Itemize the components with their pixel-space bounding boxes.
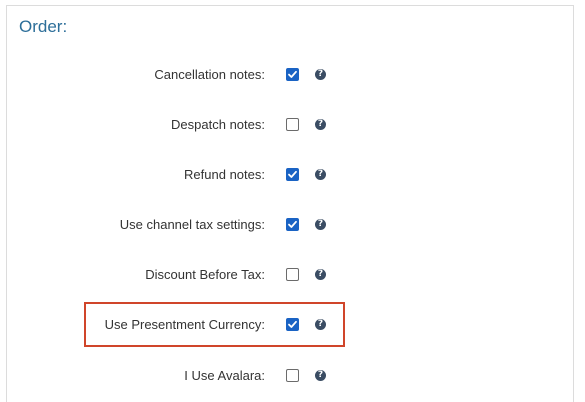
cancellation-notes-checkbox[interactable]: [286, 68, 299, 81]
despatch-notes-checkbox[interactable]: [286, 118, 299, 131]
setting-label: Despatch notes:: [171, 117, 265, 132]
help-icon[interactable]: ?: [315, 119, 326, 130]
checkmark-icon: [288, 70, 297, 78]
checkmark-icon: [288, 320, 297, 328]
setting-label: Discount Before Tax:: [145, 267, 265, 282]
discount-before-tax-checkbox[interactable]: [286, 268, 299, 281]
presentment-currency-checkbox[interactable]: [286, 318, 299, 331]
help-icon[interactable]: ?: [315, 370, 326, 381]
setting-row-refund-notes: Refund notes: ?: [0, 165, 585, 185]
setting-label: Use Presentment Currency:: [104, 317, 265, 332]
setting-label: I Use Avalara:: [184, 368, 265, 383]
setting-row-use-avalara: I Use Avalara: ?: [0, 366, 585, 386]
refund-notes-checkbox[interactable]: [286, 168, 299, 181]
help-icon[interactable]: ?: [315, 69, 326, 80]
setting-row-channel-tax-settings: Use channel tax settings: ?: [0, 215, 585, 235]
setting-row-presentment-currency: Use Presentment Currency: ?: [0, 315, 585, 335]
setting-label: Use channel tax settings:: [119, 217, 265, 232]
help-icon[interactable]: ?: [315, 269, 326, 280]
checkmark-icon: [288, 220, 297, 228]
help-icon[interactable]: ?: [315, 169, 326, 180]
help-icon[interactable]: ?: [315, 319, 326, 330]
section-title: Order:: [19, 17, 68, 36]
setting-row-discount-before-tax: Discount Before Tax: ?: [0, 265, 585, 285]
use-avalara-checkbox[interactable]: [286, 369, 299, 382]
channel-tax-settings-checkbox[interactable]: [286, 218, 299, 231]
setting-row-despatch-notes: Despatch notes: ?: [0, 115, 585, 135]
checkmark-icon: [288, 170, 297, 178]
help-icon[interactable]: ?: [315, 219, 326, 230]
setting-label: Refund notes:: [184, 167, 265, 182]
setting-label: Cancellation notes:: [154, 67, 265, 82]
setting-row-cancellation-notes: Cancellation notes: ?: [0, 65, 585, 85]
